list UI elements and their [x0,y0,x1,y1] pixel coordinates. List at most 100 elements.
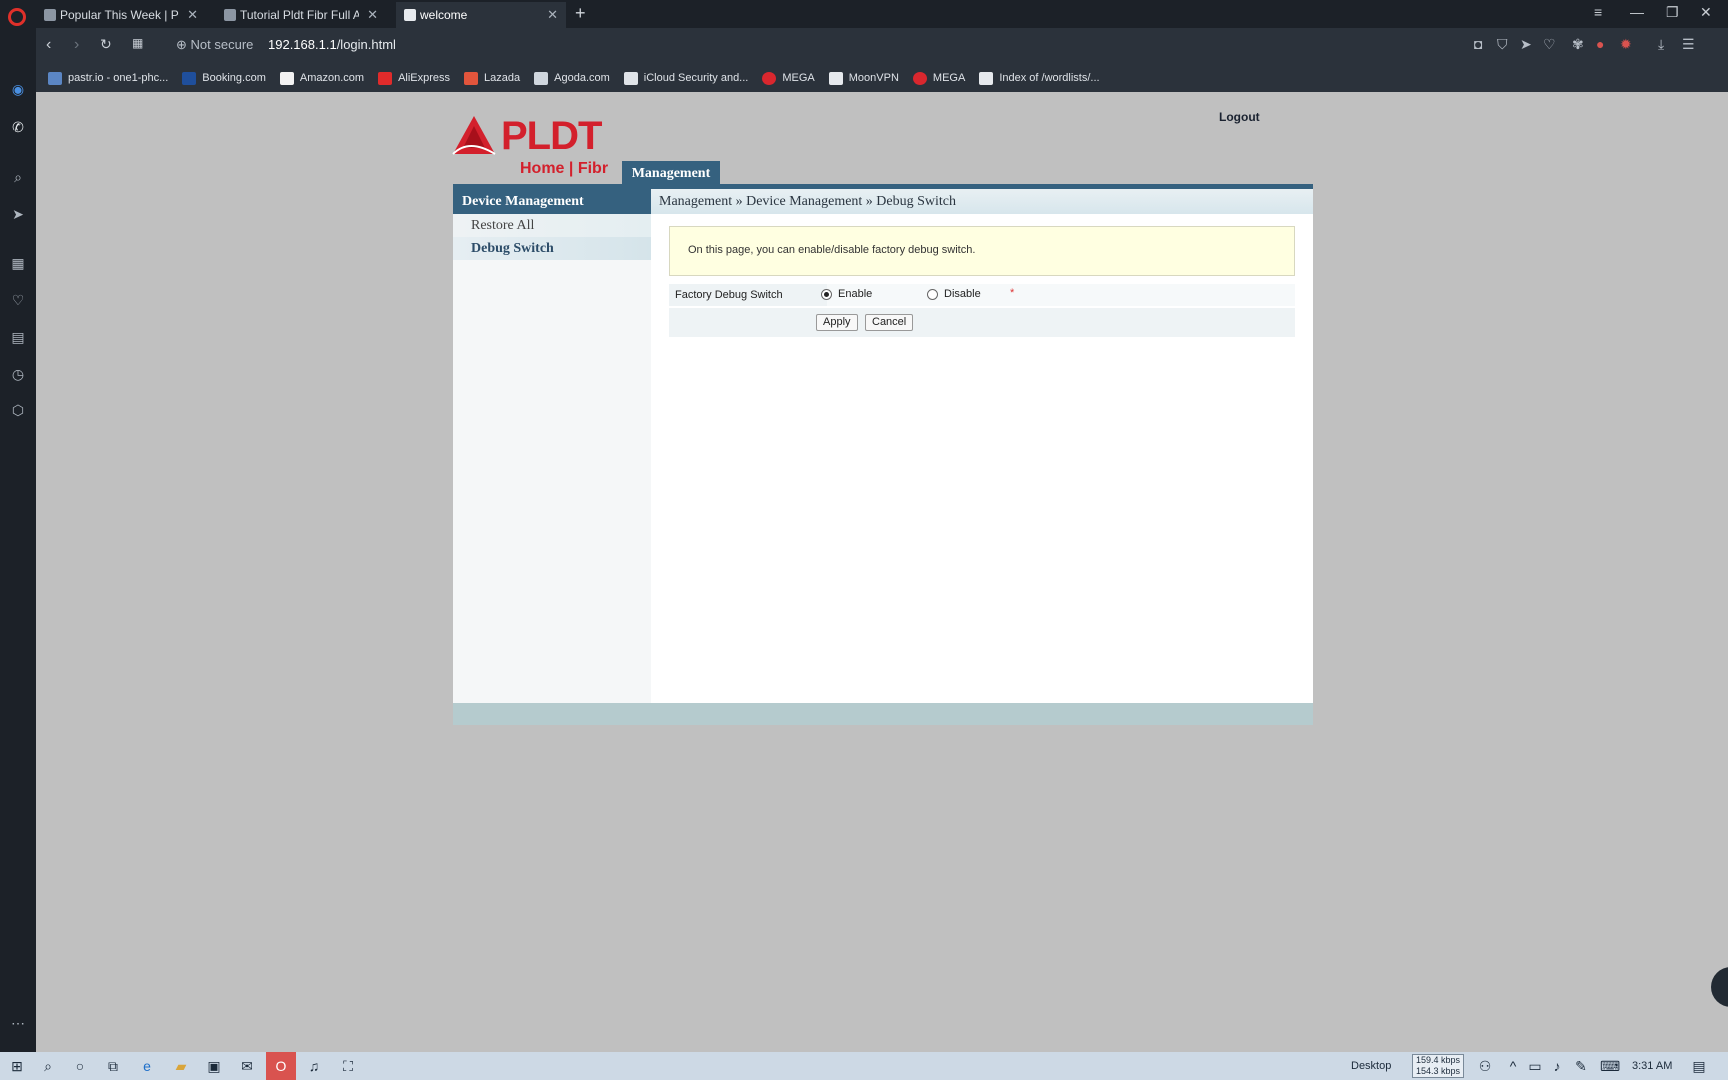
heart-icon[interactable]: ♡ [9,291,27,309]
extension-icon[interactable]: ✾ [1572,36,1584,53]
itunes-icon[interactable]: ♫ [305,1057,323,1075]
volume-icon[interactable]: ♪ [1548,1057,1566,1075]
logout-link[interactable]: Logout [1219,110,1260,124]
tab-bar: Popular This Week | Pinoy I ✕ Tutorial P… [0,0,1728,28]
bookmark-item[interactable]: Booking.com [182,71,266,85]
cancel-button[interactable]: Cancel [865,314,914,331]
bookmark-label: pastr.io - one1-phc... [68,72,169,84]
close-icon[interactable]: ✕ [187,7,198,23]
nav-item-restore-all[interactable]: Restore All [453,214,651,237]
search-icon[interactable]: ⌕ [9,168,27,186]
bookmark-item[interactable]: AliExpress [378,71,451,85]
extension-red-icon[interactable]: ● [1596,36,1604,52]
security-indicator[interactable]: ⊕ Not secure [176,37,253,53]
back-icon[interactable]: ‹ [46,36,51,54]
tab-popular[interactable]: Popular This Week | Pinoy I ✕ [36,2,206,28]
radio-unchecked-icon[interactable] [927,288,938,300]
send-icon[interactable]: ➤ [1520,36,1532,53]
file-explorer-icon[interactable]: ▰ [172,1057,190,1075]
radio-enable[interactable]: Enable [821,288,872,300]
field-label: Factory Debug Switch [669,284,827,306]
bookmark-label: iCloud Security and... [643,72,749,84]
search-icon[interactable]: ⌕ [39,1057,57,1075]
page-description: On this page, you can enable/disable fac… [669,226,1295,276]
clock[interactable]: 3:31 AM [1632,1060,1672,1072]
store-icon[interactable]: ▣ [205,1057,223,1075]
action-center-icon[interactable]: ▤ [1690,1057,1708,1075]
pen-icon[interactable]: ✎ [1572,1057,1590,1075]
speed-dial-icon[interactable]: ▦ [132,36,143,50]
tab-title: welcome [420,8,468,22]
heart-icon[interactable]: ♡ [1543,36,1556,53]
cortana-icon[interactable]: ○ [71,1057,89,1075]
browser-sidebar: ◉ ✆ ⌕ ➤ ▦ ♡ ▤ ◷ ⬡ ⋯ [0,28,36,1052]
bookmark-item[interactable]: pastr.io - one1-phc... [48,71,169,85]
bookmark-item[interactable]: Index of /wordlists/... [979,71,1100,85]
tab-menu-icon[interactable]: ≡ [1594,4,1602,20]
forward-icon[interactable]: › [74,36,79,54]
bookmark-item[interactable]: MEGA [762,71,815,85]
left-nav: Device Management Restore All Debug Swit… [453,189,651,703]
bookmark-label: MoonVPN [848,72,899,84]
new-tab-button[interactable]: + [575,3,586,24]
radio-disable[interactable]: Disable [927,288,981,300]
bookmark-icon [464,71,479,85]
shield-icon[interactable]: ⛉ [1497,36,1508,53]
bookmark-icon [534,71,549,85]
security-label: Not secure [190,37,254,52]
close-icon[interactable]: ✕ [367,7,378,23]
network-icon[interactable]: ▭ [1526,1057,1544,1075]
network-app-icon[interactable]: ⛶ [339,1057,357,1075]
bookmark-label: Amazon.com [299,72,365,84]
speed-dial-icon[interactable]: ▦ [9,254,27,272]
url-field[interactable]: 192.168.1.1/login.html [268,37,396,52]
opera-taskbar-icon[interactable]: O [266,1052,296,1080]
more-icon[interactable]: ⋯ [9,1014,27,1032]
history-icon[interactable]: ◷ [9,365,27,383]
address-bar: ‹ › ↻ ▦ ⊕ Not secure 192.168.1.1/login.h… [36,28,1728,64]
extension-bug-icon[interactable]: ✹ [1620,36,1632,53]
desktop-toolbar-label[interactable]: Desktop [1351,1060,1391,1072]
extensions-icon[interactable]: ⬡ [9,401,27,419]
send-icon[interactable]: ➤ [9,205,27,223]
apply-button[interactable]: Apply [816,314,858,331]
bookmark-item[interactable]: Agoda.com [534,71,610,85]
bookmark-item[interactable]: Lazada [464,71,520,85]
radio-checked-icon[interactable] [821,288,832,300]
camera-icon[interactable]: ◘ [1474,36,1482,52]
tab-tutorial[interactable]: Tutorial Pldt Fibr Full Admi ✕ [216,2,386,28]
edge-icon[interactable]: e [138,1057,156,1075]
task-view-icon[interactable]: ⧉ [104,1057,122,1075]
news-icon[interactable]: ▤ [9,328,27,346]
bookmark-item[interactable]: MoonVPN [828,71,899,85]
bookmark-item[interactable]: Amazon.com [279,71,365,85]
required-mark: * [1010,287,1015,299]
nav-item-debug-switch[interactable]: Debug Switch [453,237,651,260]
settings-icon[interactable]: ☰ [1682,36,1695,53]
page-footer [453,703,1313,725]
side-panel-handle-icon[interactable] [1711,967,1728,1007]
download-icon[interactable]: ⤓ [1658,36,1664,53]
minimize-icon[interactable]: — [1630,4,1644,20]
keyboard-icon[interactable]: ⌨ [1600,1057,1620,1075]
window-close-icon[interactable]: ✕ [1700,4,1712,21]
restore-icon[interactable]: ❐ [1666,4,1679,21]
radio-enable-label: Enable [838,288,873,300]
tab-title: Popular This Week | Pinoy I [60,8,179,22]
mail-icon[interactable]: ✉ [238,1057,256,1075]
whatsapp-icon[interactable]: ✆ [9,118,27,136]
bookmark-item[interactable]: MEGA [912,71,966,85]
taskbar: ⊞ ⌕ ○ ⧉ e ▰ ▣ ✉ O ♫ ⛶ Desktop 159.4 kbps… [0,1052,1728,1080]
tray-chevron-up-icon[interactable]: ^ [1504,1057,1522,1075]
windows-start-icon[interactable]: ⊞ [8,1057,26,1075]
close-icon[interactable]: ✕ [547,7,558,23]
bookmark-label: MEGA [932,72,966,84]
reload-icon[interactable]: ↻ [100,36,112,53]
people-icon[interactable]: ⚇ [1476,1057,1494,1075]
bookmark-label: AliExpress [398,72,451,84]
tab-welcome[interactable]: welcome ✕ [396,2,566,28]
left-nav-header[interactable]: Device Management [453,189,651,214]
messenger-icon[interactable]: ◉ [9,80,27,98]
opera-logo-icon[interactable] [8,8,26,26]
bookmark-item[interactable]: iCloud Security and... [623,71,749,85]
